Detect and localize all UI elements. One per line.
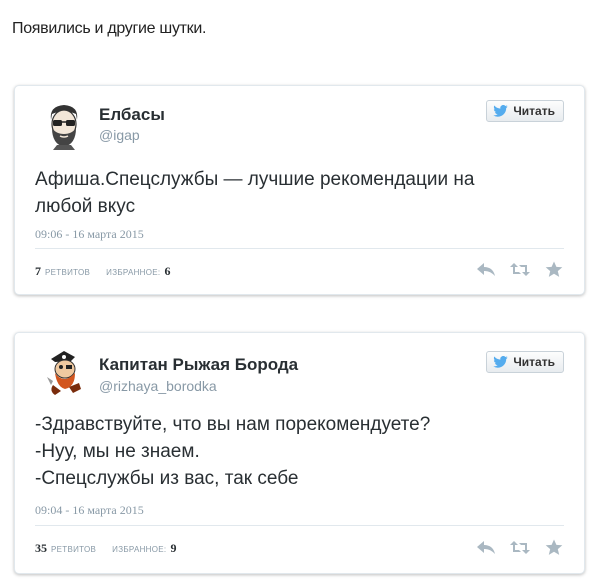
divider — [35, 525, 564, 526]
tweet-stats: 7 РЕТВИТОВ ИЗБРАННОЕ: 6 — [35, 264, 170, 279]
retweet-icon[interactable] — [510, 539, 530, 556]
twitter-bird-icon — [493, 356, 509, 368]
tweet-stats: 35 РЕТВИТОВ ИЗБРАННОЕ: 9 — [35, 541, 176, 556]
tweet-text: Афиша.Спецслужбы — лучшие рекомендации н… — [35, 166, 555, 220]
tweet-text-line: любой вкус — [35, 196, 136, 217]
avatar[interactable] — [39, 100, 89, 150]
follow-button[interactable]: Читать — [486, 351, 564, 373]
retweet-icon[interactable] — [510, 261, 530, 278]
intro-text: Появились и другие шутки. — [12, 20, 207, 37]
tweet-text-line: -Нуу, мы не знаем. — [35, 441, 200, 462]
tweet-text: -Здравствуйте, что вы нам порекомендуете… — [35, 411, 555, 492]
tweet-timestamp[interactable]: 09:06 - 16 марта 2015 — [35, 227, 144, 242]
tweet-actions — [476, 261, 564, 278]
follow-label: Читать — [513, 355, 555, 369]
tweet-actions — [476, 539, 564, 556]
author-handle[interactable]: @igap — [99, 127, 140, 143]
tweet-card: Елбасы @igap Читать Афиша.Спецслужбы — л… — [14, 85, 585, 295]
favorites-label: ИЗБРАННОЕ: — [112, 545, 167, 554]
star-icon[interactable] — [544, 261, 564, 278]
twitter-bird-icon — [493, 105, 509, 117]
author-handle[interactable]: @rizhaya_borodka — [99, 378, 217, 394]
reply-icon[interactable] — [476, 539, 496, 556]
retweets-label: РЕТВИТОВ — [51, 545, 97, 554]
author-name[interactable]: Капитан Рыжая Борода — [99, 355, 298, 375]
retweet-count: 7 — [35, 264, 41, 278]
favorite-count: 9 — [170, 541, 177, 555]
retweets-label: РЕТВИТОВ — [45, 268, 91, 277]
tweet-card: Капитан Рыжая Борода @rizhaya_borodka Чи… — [14, 332, 585, 574]
follow-button[interactable]: Читать — [486, 100, 564, 122]
retweet-count: 35 — [35, 541, 47, 555]
tweet-text-line: -Спецслужбы из вас, так себе — [35, 468, 299, 489]
tweet-text-line: Афиша.Спецслужбы — лучшие рекомендации н… — [35, 169, 475, 190]
tweet-timestamp[interactable]: 09:04 - 16 марта 2015 — [35, 503, 144, 518]
favorite-count: 6 — [164, 264, 171, 278]
author-name[interactable]: Елбасы — [99, 105, 165, 125]
star-icon[interactable] — [544, 539, 564, 556]
divider — [35, 248, 564, 249]
favorites-label: ИЗБРАННОЕ: — [106, 268, 161, 277]
avatar[interactable] — [39, 347, 89, 397]
tweet-text-line: -Здравствуйте, что вы нам порекомендуете… — [35, 414, 431, 435]
reply-icon[interactable] — [476, 261, 496, 278]
follow-label: Читать — [513, 104, 555, 118]
